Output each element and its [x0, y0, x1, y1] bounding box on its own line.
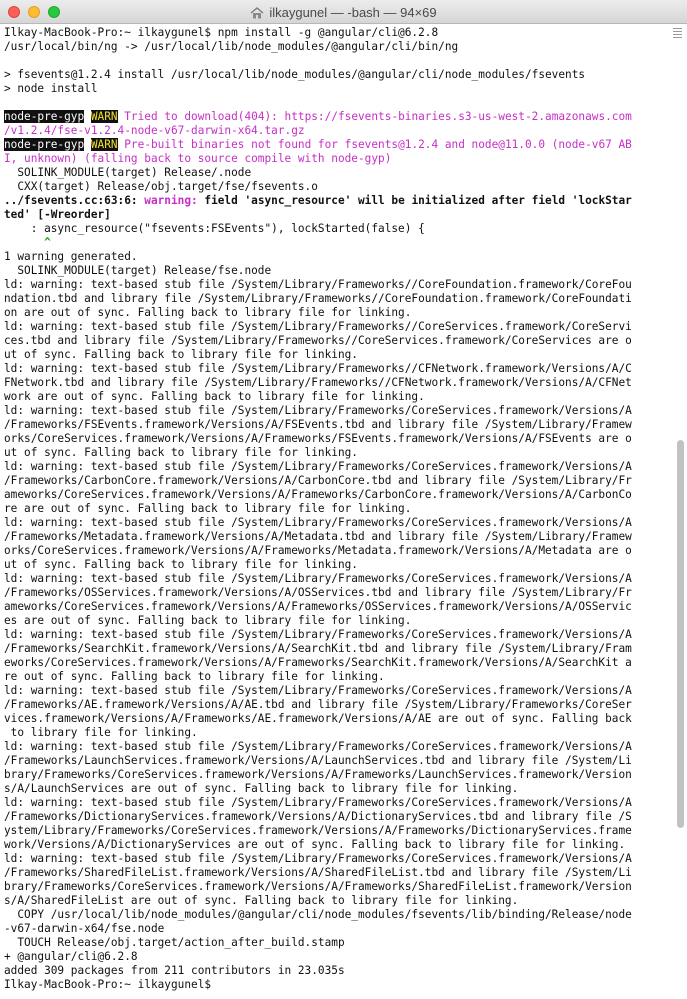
terminal-line: I, unknown) (falling back to source comp… — [4, 152, 664, 166]
terminal-line: SOLINK_MODULE(target) Release/fse.node — [4, 264, 272, 277]
terminal-line-segment: Pre-built binaries not found for fsevent… — [117, 138, 632, 151]
terminal-line: /v1.2.4/fse-v1.2.4-node-v67-darwin-x64.t… — [4, 124, 664, 138]
terminal-line: ld: warning: text-based stub file /Syste… — [4, 404, 632, 417]
terminal-window: ilkaygunel — -bash — 94×69 Ilkay-MacBook… — [0, 0, 687, 999]
terminal-line: ld: warning: text-based stub file /Syste… — [4, 278, 632, 291]
window-title: ilkaygunel — -bash — 94×69 — [0, 5, 687, 22]
terminal-line: ld: warning: text-based stub file /Syste… — [4, 320, 632, 333]
terminal-line-segment: I, unknown) (falling back to source comp… — [4, 152, 392, 165]
terminal-line: /Frameworks/OSServices.framework/Version… — [4, 586, 632, 599]
terminal-line: ld: warning: text-based stub file /Syste… — [4, 460, 632, 473]
terminal-line: ld: warning: text-based stub file /Syste… — [4, 362, 632, 375]
terminal-line: es are out of sync. Falling back to libr… — [4, 614, 412, 627]
terminal-line: COPY /usr/local/lib/node_modules/@angula… — [4, 908, 632, 921]
terminal-line: vices.framework/Versions/A/Frameworks/AE… — [4, 712, 632, 725]
terminal-line-segment: node-pre-gyp — [4, 110, 85, 123]
terminal-line-segment: ^ — [4, 236, 51, 249]
terminal-line-segment — [84, 110, 91, 123]
terminal-line: /Frameworks/AE.framework/Versions/A/AE.t… — [4, 698, 632, 711]
terminal-line: re are out of sync. Falling back to libr… — [4, 502, 412, 515]
terminal-line-segment: /v1.2.4/fse-v1.2.4-node-v67-darwin-x64.t… — [4, 124, 305, 137]
terminal-line: ld: warning: text-based stub file /Syste… — [4, 740, 632, 753]
terminal-line-segment: warning: — [144, 194, 205, 207]
terminal-line-segment: field 'async_resource' will be initializ… — [204, 194, 632, 207]
terminal-line-segment: ted' [-Wreorder] — [4, 208, 111, 221]
terminal-line-segment: WARN — [90, 138, 118, 151]
terminal-line: ../fsevents.cc:63:6: warning: field 'asy… — [4, 194, 664, 208]
vertical-scrollbar-thumb[interactable] — [677, 440, 684, 828]
home-folder-icon — [250, 7, 264, 22]
title-bar[interactable]: ilkaygunel — -bash — 94×69 — [0, 0, 687, 24]
terminal-line: : async_resource("fsevents:FSEvents"), l… — [4, 222, 425, 235]
scroll-marker-icon — [673, 28, 682, 40]
terminal-line: CXX(target) Release/obj.target/fse/fseve… — [4, 180, 318, 193]
terminal-line: /Frameworks/SearchKit.framework/Versions… — [4, 642, 632, 655]
terminal-line: /Frameworks/LaunchServices.framework/Ver… — [4, 754, 632, 767]
terminal-line-segment — [84, 138, 91, 151]
terminal-line: /Frameworks/CarbonCore.framework/Version… — [4, 474, 632, 487]
terminal-line: Ilkay-MacBook-Pro:~ ilkaygunel$ npm inst… — [4, 26, 439, 39]
terminal-line: s/A/SharedFileList are out of sync. Fall… — [4, 894, 519, 907]
terminal-line: re out of sync. Falling back to library … — [4, 670, 385, 683]
terminal-line: ameworks/CoreServices.framework/Versions… — [4, 600, 632, 613]
terminal-line: ^ — [4, 236, 664, 250]
terminal-line: 1 warning generated. — [4, 250, 138, 263]
terminal-line: /usr/local/bin/ng -> /usr/local/lib/node… — [4, 40, 459, 53]
terminal-line: ut of sync. Falling back to library file… — [4, 558, 358, 571]
terminal-line: ld: warning: text-based stub file /Syste… — [4, 516, 632, 529]
terminal-line: eworks/CoreServices.framework/Versions/A… — [4, 656, 632, 669]
terminal-line: /Frameworks/Metadata.framework/Versions/… — [4, 530, 632, 543]
terminal-line-segment: node-pre-gyp — [4, 138, 85, 151]
terminal-line: ld: warning: text-based stub file /Syste… — [4, 572, 632, 585]
terminal-line: ld: warning: text-based stub file /Syste… — [4, 852, 632, 865]
terminal-line: ameworks/CoreServices.framework/Versions… — [4, 488, 632, 501]
terminal-line: on are out of sync. Falling back to libr… — [4, 306, 412, 319]
window-title-text: ilkaygunel — -bash — 94×69 — [269, 5, 437, 20]
terminal-line: Ilkay-MacBook-Pro:~ ilkaygunel$ — [4, 978, 218, 991]
terminal-line: ut of sync. Falling back to library file… — [4, 446, 358, 459]
terminal-line: s/A/LaunchServices are out of sync. Fall… — [4, 782, 519, 795]
terminal-line: orks/CoreServices.framework/Versions/A/F… — [4, 544, 632, 557]
terminal-line: SOLINK_MODULE(target) Release/.node — [4, 166, 252, 179]
terminal-line: > node install — [4, 82, 98, 95]
terminal-line: + @angular/cli@6.2.8 — [4, 950, 138, 963]
terminal-line-segment: Tried to download(404): https://fsevents… — [117, 110, 632, 123]
terminal-line: ces.tbd and library file /System/Library… — [4, 334, 632, 347]
terminal-line: ld: warning: text-based stub file /Syste… — [4, 684, 632, 697]
terminal-output[interactable]: Ilkay-MacBook-Pro:~ ilkaygunel$ npm inst… — [4, 26, 664, 992]
terminal-line: TOUCH Release/obj.target/action_after_bu… — [4, 936, 345, 949]
terminal-line: work are out of sync. Falling back to li… — [4, 390, 425, 403]
terminal-line: node-pre-gyp WARN Pre-built binaries not… — [4, 138, 664, 152]
terminal-line: added 309 packages from 211 contributors… — [4, 964, 345, 977]
terminal-line-segment: WARN — [90, 110, 118, 123]
terminal-line: brary/Frameworks/CoreServices.framework/… — [4, 768, 632, 781]
terminal-line: -v67-darwin-x64/fse.node — [4, 922, 165, 935]
terminal-line: FNetwork.tbd and library file /System/Li… — [4, 376, 632, 389]
terminal-line: ndation.tbd and library file /System/Lib… — [4, 292, 632, 305]
terminal-line: ld: warning: text-based stub file /Syste… — [4, 796, 632, 809]
terminal-line: work/Versions/A/DictionaryServices are o… — [4, 838, 626, 851]
terminal-line: node-pre-gyp WARN Tried to download(404)… — [4, 110, 664, 124]
terminal-line: > fsevents@1.2.4 install /usr/local/lib/… — [4, 68, 586, 81]
terminal-line: /Frameworks/SharedFileList.framework/Ver… — [4, 866, 632, 879]
terminal-line: ut of sync. Falling back to library file… — [4, 348, 358, 361]
terminal-line: /Frameworks/DictionaryServices.framework… — [4, 810, 632, 823]
terminal-line: ted' [-Wreorder] — [4, 208, 664, 222]
terminal-line: brary/Frameworks/CoreServices.framework/… — [4, 880, 632, 893]
terminal-line: to library file for linking. — [4, 726, 198, 739]
terminal-line: /Frameworks/FSEvents.framework/Versions/… — [4, 418, 632, 431]
terminal-line: ld: warning: text-based stub file /Syste… — [4, 628, 632, 641]
terminal-line: orks/CoreServices.framework/Versions/A/F… — [4, 432, 632, 445]
terminal-line: ystem/Library/Frameworks/CoreServices.fr… — [4, 824, 632, 837]
terminal-line-segment: ../fsevents.cc:63:6: — [4, 194, 145, 207]
